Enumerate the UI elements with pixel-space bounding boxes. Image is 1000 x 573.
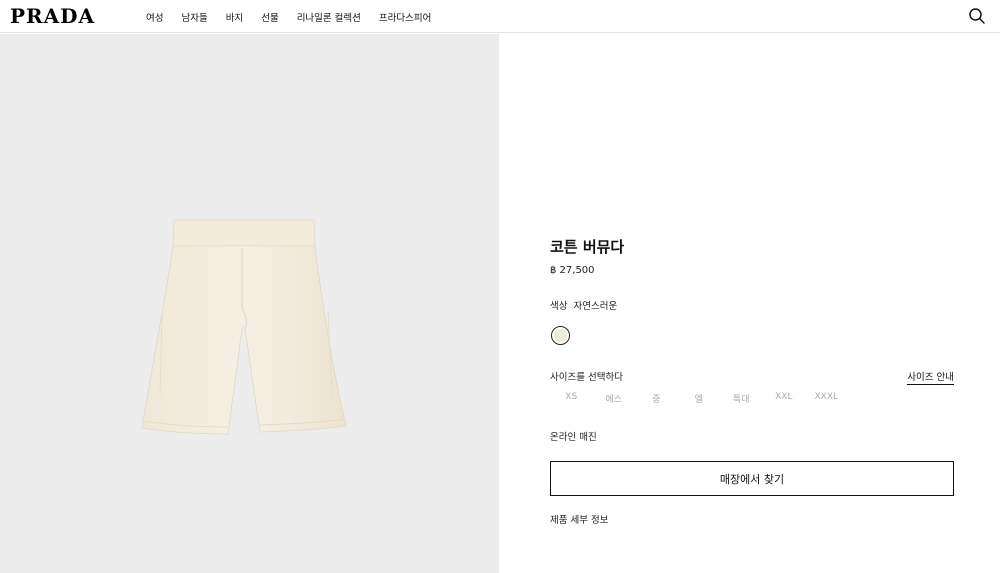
main-nav: 여성 남자들 바지 선물 리나일론 컬렉션 프라다스피어 (146, 10, 449, 24)
size-select-label: 사이즈를 선택하다 (550, 372, 623, 383)
nav-item-renylon[interactable]: 리나일론 컬렉션 (297, 10, 361, 24)
product-price: ฿ 27,500 (550, 265, 595, 276)
size-option-xxxl[interactable]: XXXL (805, 392, 848, 405)
size-option-xl[interactable]: 특대 (720, 392, 763, 405)
color-label: 색상 (550, 301, 568, 312)
size-option-s[interactable]: 에스 (593, 392, 636, 405)
color-swatch[interactable] (551, 326, 570, 345)
nav-item-pradasphere[interactable]: 프라다스피어 (379, 10, 431, 24)
find-in-store-label: 매장에서 찾기 (719, 472, 785, 486)
product-image (0, 34, 499, 573)
availability-status: 온라인 매진 (550, 432, 597, 443)
nav-item-women[interactable]: 여성 (146, 10, 163, 24)
search-icon[interactable] (968, 7, 986, 25)
size-option-m[interactable]: 중 (635, 392, 678, 405)
size-option-xxl[interactable]: XXL (763, 392, 806, 405)
nav-item-pants[interactable]: 바지 (226, 10, 243, 24)
prada-logo[interactable]: PRADA (10, 4, 95, 28)
size-option-l[interactable]: 엘 (678, 392, 721, 405)
product-details-link[interactable]: 제품 세부 정보 (550, 512, 608, 526)
color-row: 색상 자연스러운 (550, 298, 617, 312)
size-option-xs[interactable]: XS (550, 392, 593, 405)
color-swatch-fill (554, 329, 567, 342)
color-value: 자연스러운 (573, 301, 618, 312)
size-options: XS 에스 중 엘 특대 XXL XXXL (550, 392, 848, 405)
product-title: 코튼 버뮤다 (550, 238, 625, 256)
nav-item-gifts[interactable]: 선물 (261, 10, 278, 24)
nav-item-men[interactable]: 남자들 (181, 10, 207, 24)
shorts-image (141, 219, 347, 435)
find-in-store-button[interactable]: 매장에서 찾기 (550, 461, 954, 496)
site-header: PRADA 여성 남자들 바지 선물 리나일론 컬렉션 프라다스피어 (0, 0, 1000, 33)
product-info: 코튼 버뮤다 ฿ 27,500 색상 자연스러운 사이즈를 선택하다 사이즈 안내… (550, 236, 954, 526)
size-guide-link[interactable]: 사이즈 안내 (907, 369, 954, 385)
